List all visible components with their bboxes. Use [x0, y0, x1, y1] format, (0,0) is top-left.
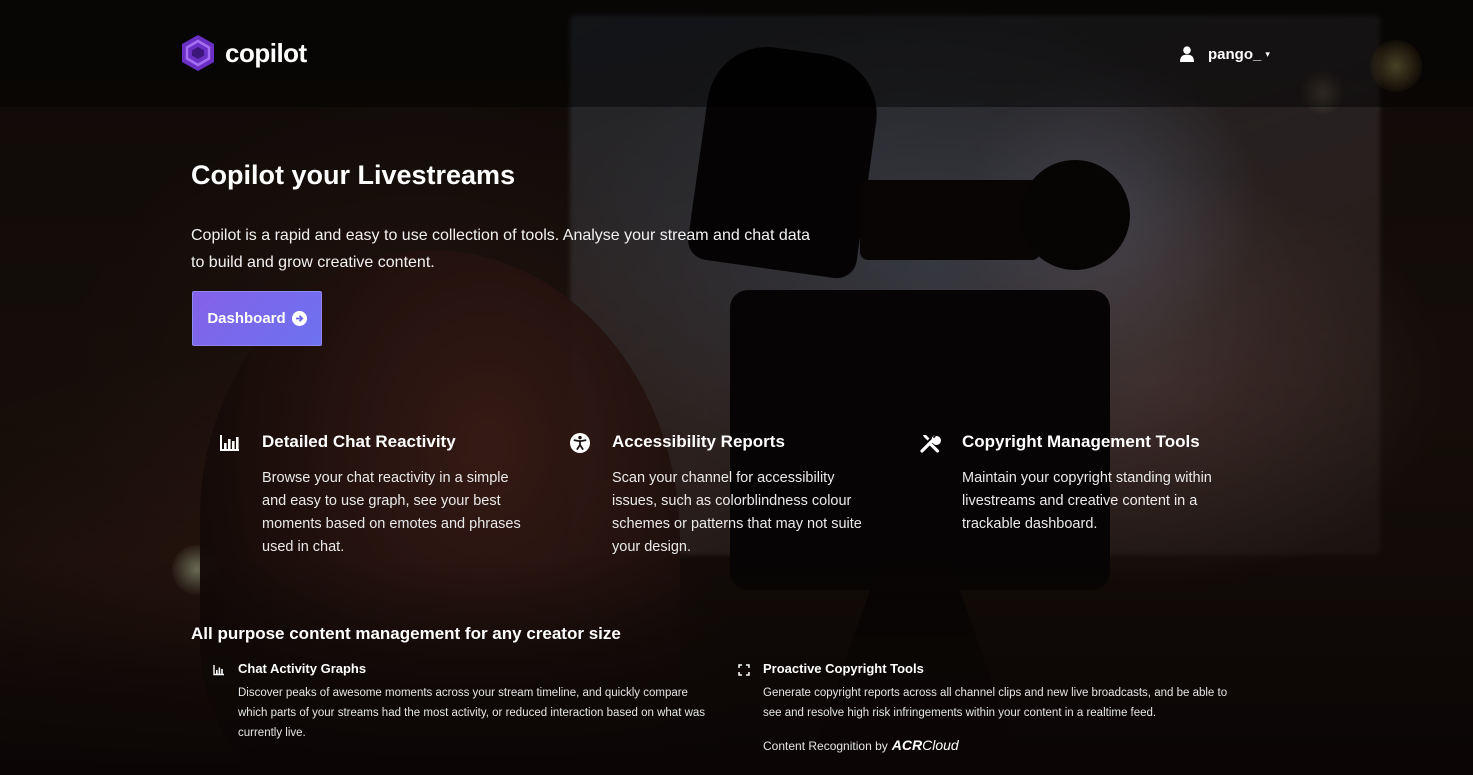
feature-title: Accessibility Reports: [612, 432, 785, 451]
user-menu-dropdown[interactable]: pango_ ▾: [1180, 42, 1270, 66]
background-overlay: [0, 0, 1473, 775]
hero-description: Copilot is a rapid and easy to use colle…: [191, 227, 811, 271]
caret-down-icon: ▾: [1265, 48, 1270, 59]
hero-title: Copilot your Livestreams: [191, 160, 516, 190]
feature-title: Detailed Chat Reactivity: [262, 432, 456, 451]
acr-prefix: Content Recognition by: [763, 739, 888, 753]
expand-icon: [738, 664, 750, 676]
bar-chart-icon: [213, 665, 224, 676]
bar-chart-icon: [220, 435, 239, 451]
arrow-circle-right-icon: [291, 311, 307, 326]
item-description: Discover peaks of awesome moments across…: [238, 687, 706, 739]
feature-description: Maintain your copyright standing within …: [962, 470, 1212, 532]
item-title: Chat Activity Graphs: [238, 661, 367, 676]
feature-title: Copyright Management Tools: [962, 432, 1200, 451]
acrcloud-logo-bold: ACR: [891, 737, 923, 753]
item-description: Generate copyright reports across all ch…: [763, 687, 1228, 719]
accessibility-icon: [570, 433, 590, 453]
acrcloud-logo: ACRCloud: [892, 737, 959, 753]
content-recognition-credit: Content Recognition by ACRCloud: [763, 737, 959, 753]
tools-icon: [920, 435, 941, 453]
dashboard-button-label: Dashboard: [207, 310, 286, 327]
feature-description: Browse your chat reactivity in a simple …: [262, 470, 521, 555]
section-heading: All purpose content management for any c…: [191, 624, 621, 643]
feature-description: Scan your channel for accessibility issu…: [612, 470, 862, 555]
brand-logo-link[interactable]: copilot: [181, 34, 307, 72]
user-icon: [1180, 46, 1194, 62]
dashboard-button[interactable]: Dashboard: [192, 291, 322, 346]
copilot-logo-icon: [182, 35, 214, 71]
username: pango_: [1208, 45, 1262, 63]
acrcloud-logo-rest: Cloud: [922, 737, 959, 753]
brand-name: copilot: [225, 37, 307, 68]
item-title: Proactive Copyright Tools: [763, 661, 924, 676]
